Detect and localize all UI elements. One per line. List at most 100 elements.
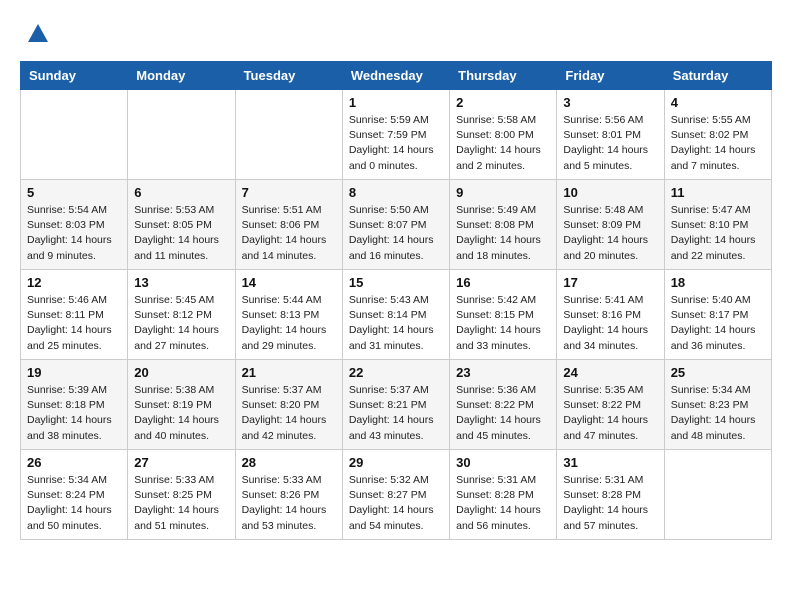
calendar-table: SundayMondayTuesdayWednesdayThursdayFrid…	[20, 61, 772, 540]
day-cell: 14 Sunrise: 5:44 AM Sunset: 8:13 PM Dayli…	[235, 270, 342, 360]
week-row-4: 19 Sunrise: 5:39 AM Sunset: 8:18 PM Dayli…	[21, 360, 772, 450]
day-cell: 30 Sunrise: 5:31 AM Sunset: 8:28 PM Dayli…	[450, 450, 557, 540]
day-info: Sunrise: 5:32 AM Sunset: 8:27 PM Dayligh…	[349, 473, 443, 534]
day-cell: 17 Sunrise: 5:41 AM Sunset: 8:16 PM Dayli…	[557, 270, 664, 360]
weekday-tuesday: Tuesday	[235, 62, 342, 90]
day-number: 30	[456, 455, 550, 470]
day-info: Sunrise: 5:58 AM Sunset: 8:00 PM Dayligh…	[456, 113, 550, 174]
calendar-header: SundayMondayTuesdayWednesdayThursdayFrid…	[21, 62, 772, 90]
day-cell: 2Sunrise: 5:58 AM Sunset: 8:00 PM Daylig…	[450, 90, 557, 180]
day-cell: 7Sunrise: 5:51 AM Sunset: 8:06 PM Daylig…	[235, 180, 342, 270]
day-cell: 15Sunrise: 5:43 AM Sunset: 8:14 PM Dayli…	[342, 270, 449, 360]
day-cell: 3 Sunrise: 5:56 AM Sunset: 8:01 PM Daylig…	[557, 90, 664, 180]
day-number: 4	[671, 95, 765, 110]
day-cell	[235, 90, 342, 180]
day-cell: 24 Sunrise: 5:35 AM Sunset: 8:22 PM Dayli…	[557, 360, 664, 450]
day-info: Sunrise: 5:39 AM Sunset: 8:18 PM Dayligh…	[27, 383, 121, 444]
week-row-3: 12 Sunrise: 5:46 AM Sunset: 8:11 PM Dayli…	[21, 270, 772, 360]
day-cell: 19 Sunrise: 5:39 AM Sunset: 8:18 PM Dayli…	[21, 360, 128, 450]
weekday-thursday: Thursday	[450, 62, 557, 90]
weekday-sunday: Sunday	[21, 62, 128, 90]
day-cell: 16 Sunrise: 5:42 AM Sunset: 8:15 PM Dayli…	[450, 270, 557, 360]
day-info: Sunrise: 5:54 AM Sunset: 8:03 PM Dayligh…	[27, 203, 121, 264]
day-number: 22	[349, 365, 443, 380]
day-info: Sunrise: 5:48 AM Sunset: 8:09 PM Dayligh…	[563, 203, 657, 264]
day-info: Sunrise: 5:35 AM Sunset: 8:22 PM Dayligh…	[563, 383, 657, 444]
day-number: 10	[563, 185, 657, 200]
day-number: 16	[456, 275, 550, 290]
day-cell: 13Sunrise: 5:45 AM Sunset: 8:12 PM Dayli…	[128, 270, 235, 360]
logo-icon	[24, 20, 52, 48]
week-row-2: 5 Sunrise: 5:54 AM Sunset: 8:03 PM Daylig…	[21, 180, 772, 270]
day-info: Sunrise: 5:49 AM Sunset: 8:08 PM Dayligh…	[456, 203, 550, 264]
day-number: 9	[456, 185, 550, 200]
day-number: 12	[27, 275, 121, 290]
day-info: Sunrise: 5:55 AM Sunset: 8:02 PM Dayligh…	[671, 113, 765, 174]
day-info: Sunrise: 5:40 AM Sunset: 8:17 PM Dayligh…	[671, 293, 765, 354]
calendar-body: 1Sunrise: 5:59 AM Sunset: 7:59 PM Daylig…	[21, 90, 772, 540]
logo-text	[20, 20, 52, 53]
day-cell: 10 Sunrise: 5:48 AM Sunset: 8:09 PM Dayli…	[557, 180, 664, 270]
day-info: Sunrise: 5:42 AM Sunset: 8:15 PM Dayligh…	[456, 293, 550, 354]
day-cell: 22 Sunrise: 5:37 AM Sunset: 8:21 PM Dayli…	[342, 360, 449, 450]
day-number: 11	[671, 185, 765, 200]
day-cell: 9 Sunrise: 5:49 AM Sunset: 8:08 PM Daylig…	[450, 180, 557, 270]
day-cell: 27Sunrise: 5:33 AM Sunset: 8:25 PM Dayli…	[128, 450, 235, 540]
day-number: 3	[563, 95, 657, 110]
day-number: 8	[349, 185, 443, 200]
weekday-friday: Friday	[557, 62, 664, 90]
day-info: Sunrise: 5:50 AM Sunset: 8:07 PM Dayligh…	[349, 203, 443, 264]
day-info: Sunrise: 5:31 AM Sunset: 8:28 PM Dayligh…	[456, 473, 550, 534]
day-info: Sunrise: 5:37 AM Sunset: 8:21 PM Dayligh…	[349, 383, 443, 444]
day-info: Sunrise: 5:53 AM Sunset: 8:05 PM Dayligh…	[134, 203, 228, 264]
header	[20, 16, 772, 53]
day-cell: 8 Sunrise: 5:50 AM Sunset: 8:07 PM Daylig…	[342, 180, 449, 270]
day-number: 6	[134, 185, 228, 200]
day-cell: 21 Sunrise: 5:37 AM Sunset: 8:20 PM Dayli…	[235, 360, 342, 450]
day-cell: 6 Sunrise: 5:53 AM Sunset: 8:05 PM Daylig…	[128, 180, 235, 270]
day-info: Sunrise: 5:46 AM Sunset: 8:11 PM Dayligh…	[27, 293, 121, 354]
day-cell: 18 Sunrise: 5:40 AM Sunset: 8:17 PM Dayli…	[664, 270, 771, 360]
day-number: 13	[134, 275, 228, 290]
logo	[20, 20, 52, 53]
day-number: 14	[242, 275, 336, 290]
weekday-wednesday: Wednesday	[342, 62, 449, 90]
day-info: Sunrise: 5:34 AM Sunset: 8:24 PM Dayligh…	[27, 473, 121, 534]
weekday-saturday: Saturday	[664, 62, 771, 90]
day-info: Sunrise: 5:51 AM Sunset: 8:06 PM Dayligh…	[242, 203, 336, 264]
day-info: Sunrise: 5:33 AM Sunset: 8:26 PM Dayligh…	[242, 473, 336, 534]
day-number: 21	[242, 365, 336, 380]
weekday-monday: Monday	[128, 62, 235, 90]
day-info: Sunrise: 5:34 AM Sunset: 8:23 PM Dayligh…	[671, 383, 765, 444]
day-number: 25	[671, 365, 765, 380]
day-number: 17	[563, 275, 657, 290]
day-info: Sunrise: 5:36 AM Sunset: 8:22 PM Dayligh…	[456, 383, 550, 444]
day-cell: 23 Sunrise: 5:36 AM Sunset: 8:22 PM Dayli…	[450, 360, 557, 450]
day-number: 5	[27, 185, 121, 200]
day-number: 19	[27, 365, 121, 380]
day-info: Sunrise: 5:37 AM Sunset: 8:20 PM Dayligh…	[242, 383, 336, 444]
weekday-header-row: SundayMondayTuesdayWednesdayThursdayFrid…	[21, 62, 772, 90]
day-cell: 5 Sunrise: 5:54 AM Sunset: 8:03 PM Daylig…	[21, 180, 128, 270]
day-info: Sunrise: 5:41 AM Sunset: 8:16 PM Dayligh…	[563, 293, 657, 354]
day-number: 27	[134, 455, 228, 470]
day-cell: 31Sunrise: 5:31 AM Sunset: 8:28 PM Dayli…	[557, 450, 664, 540]
day-cell	[128, 90, 235, 180]
day-cell: 12 Sunrise: 5:46 AM Sunset: 8:11 PM Dayli…	[21, 270, 128, 360]
day-number: 29	[349, 455, 443, 470]
day-info: Sunrise: 5:47 AM Sunset: 8:10 PM Dayligh…	[671, 203, 765, 264]
day-cell	[664, 450, 771, 540]
day-number: 28	[242, 455, 336, 470]
week-row-5: 26Sunrise: 5:34 AM Sunset: 8:24 PM Dayli…	[21, 450, 772, 540]
day-number: 23	[456, 365, 550, 380]
week-row-1: 1Sunrise: 5:59 AM Sunset: 7:59 PM Daylig…	[21, 90, 772, 180]
day-info: Sunrise: 5:44 AM Sunset: 8:13 PM Dayligh…	[242, 293, 336, 354]
day-cell	[21, 90, 128, 180]
day-cell: 26Sunrise: 5:34 AM Sunset: 8:24 PM Dayli…	[21, 450, 128, 540]
day-cell: 28 Sunrise: 5:33 AM Sunset: 8:26 PM Dayli…	[235, 450, 342, 540]
day-number: 24	[563, 365, 657, 380]
day-cell: 11 Sunrise: 5:47 AM Sunset: 8:10 PM Dayli…	[664, 180, 771, 270]
day-number: 18	[671, 275, 765, 290]
day-number: 20	[134, 365, 228, 380]
day-info: Sunrise: 5:56 AM Sunset: 8:01 PM Dayligh…	[563, 113, 657, 174]
